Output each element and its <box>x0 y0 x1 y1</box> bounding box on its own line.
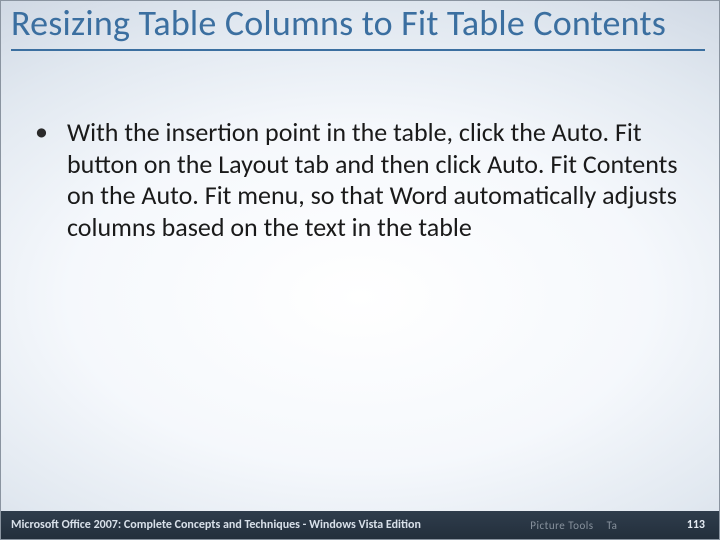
footer-ghost-text: Picture Tools Ta <box>421 519 687 532</box>
bullet-list: With the insertion point in the table, c… <box>25 117 695 244</box>
slide-title: Resizing Table Columns to Fit Table Cont… <box>11 1 705 51</box>
slide: Resizing Table Columns to Fit Table Cont… <box>0 0 720 540</box>
body-block: With the insertion point in the table, c… <box>25 113 695 244</box>
page-number: 113 <box>687 518 719 532</box>
footer-left-text: Microsoft Office 2007: Complete Concepts… <box>1 518 421 532</box>
footer-ghost-b: Picture Tools <box>530 519 593 532</box>
title-block: Resizing Table Columns to Fit Table Cont… <box>11 1 705 51</box>
bullet-item: With the insertion point in the table, c… <box>57 117 695 244</box>
footer-ghost-c: Ta <box>607 519 618 532</box>
footer-bar: Microsoft Office 2007: Complete Concepts… <box>1 511 719 539</box>
